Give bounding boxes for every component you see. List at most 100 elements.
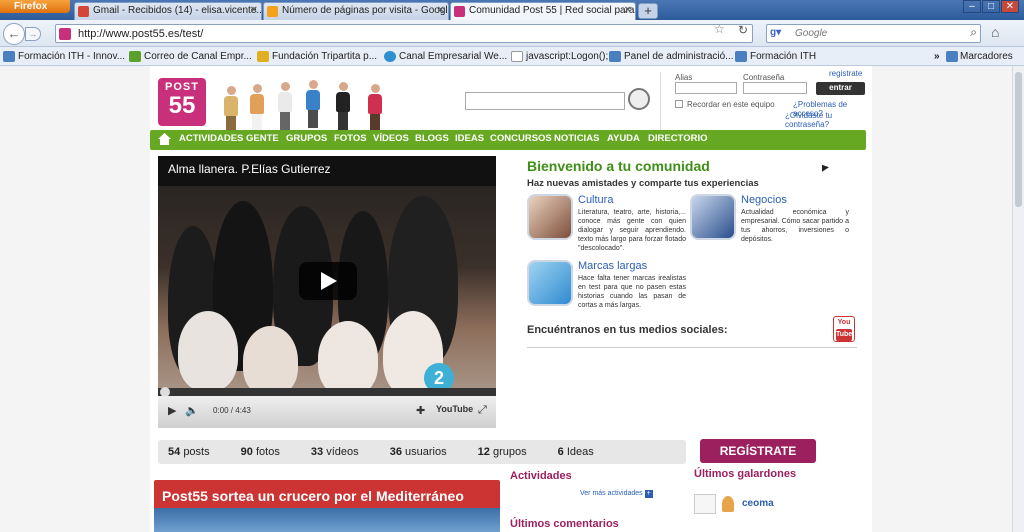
menu-item-videos[interactable]: VÍDEOS (373, 133, 409, 144)
award-user-link[interactable]: ceoma (742, 498, 774, 509)
marcas-image[interactable] (527, 260, 573, 306)
menu-item-directorio[interactable]: DIRECTORIO (648, 133, 707, 144)
stat-posts: 54 posts (168, 446, 210, 458)
menu-item-noticias[interactable]: NOTICIAS (554, 133, 599, 144)
close-window-icon[interactable]: ✕ (1001, 0, 1019, 13)
address-bar[interactable] (55, 24, 753, 43)
tab-close-icon[interactable]: ✕ (437, 3, 445, 19)
back-arrow-icon[interactable]: ← (3, 23, 25, 45)
video-player[interactable]: Alma llanera. P.Elías Gutierrez 2 ▶ 🔈 0:… (158, 156, 496, 428)
tab-analytics[interactable]: Número de páginas por visita - Googl... … (263, 2, 449, 20)
menu-item-fotos[interactable]: FOTOS (334, 133, 367, 144)
feature-text: Hace falta tener marcas irealistas en te… (578, 275, 686, 309)
scrollbar-thumb[interactable] (1015, 72, 1022, 207)
main-menu: ACTIVIDADES GENTE GRUPOS FOTOS VÍDEOS BL… (150, 130, 866, 150)
volume-icon[interactable]: 🔈 (185, 404, 199, 417)
tab-close-icon[interactable]: ✕ (624, 3, 632, 19)
bookmark-icon (129, 51, 141, 62)
menu-item-ideas[interactable]: IDEAS (455, 133, 484, 144)
login-button[interactable]: entrar (816, 82, 865, 95)
tab-close-icon[interactable]: ✕ (250, 3, 258, 19)
page-icon (511, 51, 523, 62)
remember-checkbox[interactable] (675, 100, 683, 108)
settings-icon[interactable]: ✚ (416, 404, 425, 417)
bookmark-item[interactable]: Canal Empresarial We... (383, 49, 507, 64)
bookmark-icon (257, 51, 269, 62)
youtube-icon[interactable]: You Tube (833, 316, 855, 342)
tab-post55[interactable]: Comunidad Post 55 | Red social para ... … (450, 2, 636, 20)
bookmark-star-icon[interactable]: ☆ (714, 22, 725, 36)
video-title: Alma llanera. P.Elías Gutierrez (168, 162, 331, 176)
menu-item-gente[interactable]: GENTE (246, 133, 279, 144)
menu-item-ayuda[interactable]: AYUDA (607, 133, 640, 144)
play-icon[interactable]: ▶ (168, 404, 176, 417)
new-tab-button[interactable]: + (638, 3, 658, 19)
alias-label: Alias (675, 73, 693, 82)
more-activities-link[interactable]: Ver más actividades + (580, 490, 653, 498)
tab-label: Comunidad Post 55 | Red social para ... (469, 5, 636, 16)
bookmark-item[interactable]: Correo de Canal Empr... (128, 49, 252, 64)
stat-grupos: 12 grupos (477, 446, 527, 458)
person-figure (274, 82, 296, 132)
post55-favicon-icon (454, 6, 465, 17)
menu-item-concursos[interactable]: CONCURSOS (490, 133, 552, 144)
gmail-icon (78, 6, 89, 17)
forward-arrow-icon[interactable]: → (25, 27, 41, 41)
page-scrollbar[interactable] (1012, 66, 1024, 532)
search-icon[interactable]: ⌕ (970, 25, 977, 40)
menu-item-blogs[interactable]: BLOGS (415, 133, 449, 144)
bookmark-item[interactable]: javascript:Logon(); (510, 49, 608, 64)
magnifier-icon[interactable] (628, 88, 650, 110)
globe-icon (384, 51, 396, 62)
search-input[interactable] (795, 26, 955, 41)
bookmark-item[interactable]: Fundación Tripartita p... (256, 49, 377, 64)
feature-text: Actualidad económica y empresarial. Cómo… (741, 209, 849, 243)
chevron-right-icon: » (934, 51, 940, 62)
feature-text: Literatura, teatro, arte, historia,... c… (578, 209, 686, 252)
cultura-image[interactable] (527, 194, 573, 240)
cruise-banner[interactable]: Post55 sortea un crucero por el Mediterr… (154, 480, 500, 532)
youtube-logo[interactable]: YouTube (436, 404, 473, 414)
menu-item-grupos[interactable]: GRUPOS (286, 133, 327, 144)
award-badge-icon (694, 494, 716, 514)
bookmarks-menu[interactable]: » Marcadores (932, 49, 1013, 64)
bookmark-item[interactable]: Panel de administració... (608, 49, 734, 64)
video-time: 0:00 / 4:43 (213, 406, 251, 415)
fullscreen-icon[interactable]: ⤢ (478, 404, 487, 417)
minimize-icon[interactable]: – (963, 0, 981, 13)
feature-title[interactable]: Negocios (741, 194, 787, 206)
home-icon[interactable] (158, 133, 171, 145)
comments-heading: Últimos comentarios (510, 518, 619, 530)
url-input[interactable] (78, 26, 678, 41)
tab-gmail[interactable]: Gmail - Recibidos (14) - elisa.vicente..… (74, 2, 262, 20)
feature-title[interactable]: Cultura (578, 194, 613, 206)
menu-item-actividades[interactable]: ACTIVIDADES (179, 133, 243, 144)
site-search-input[interactable] (465, 92, 625, 110)
forgot-password-link[interactable]: ¿Olvidaste tu contraseña? (785, 111, 870, 129)
bookmark-icon (609, 51, 621, 62)
alias-input[interactable] (675, 82, 737, 94)
plus-icon: + (644, 490, 653, 498)
video-progress-bar[interactable] (158, 387, 496, 397)
play-button[interactable] (299, 262, 357, 300)
post55-logo[interactable]: POST 55 (158, 78, 206, 126)
feature-title[interactable]: Marcas largas (578, 260, 647, 272)
bookmark-item[interactable]: Formación ITH - Innov... (2, 49, 125, 64)
bookmark-item[interactable]: Formación ITH (734, 49, 816, 64)
firefox-menu-button[interactable]: Firefox (0, 0, 70, 13)
reload-icon[interactable]: ↻ (738, 23, 748, 37)
home-icon[interactable]: ⌂ (991, 24, 999, 40)
avatar[interactable] (722, 496, 734, 512)
singer-figure (318, 321, 378, 388)
negocios-image[interactable] (690, 194, 736, 240)
activities-section: Actividades Ver más actividades + Último… (510, 470, 690, 530)
register-link[interactable]: registrate (829, 69, 862, 78)
person-figure (302, 80, 324, 132)
awards-section: Últimos galardones ceoma (694, 468, 850, 514)
singer-figure (243, 326, 298, 388)
register-button[interactable]: REGÍSTRATE (700, 439, 816, 463)
search-bar[interactable]: g▾ ⌕ (766, 24, 981, 43)
password-input[interactable] (743, 82, 807, 94)
google-icon: g▾ (770, 27, 782, 38)
maximize-icon[interactable]: □ (982, 0, 1000, 13)
